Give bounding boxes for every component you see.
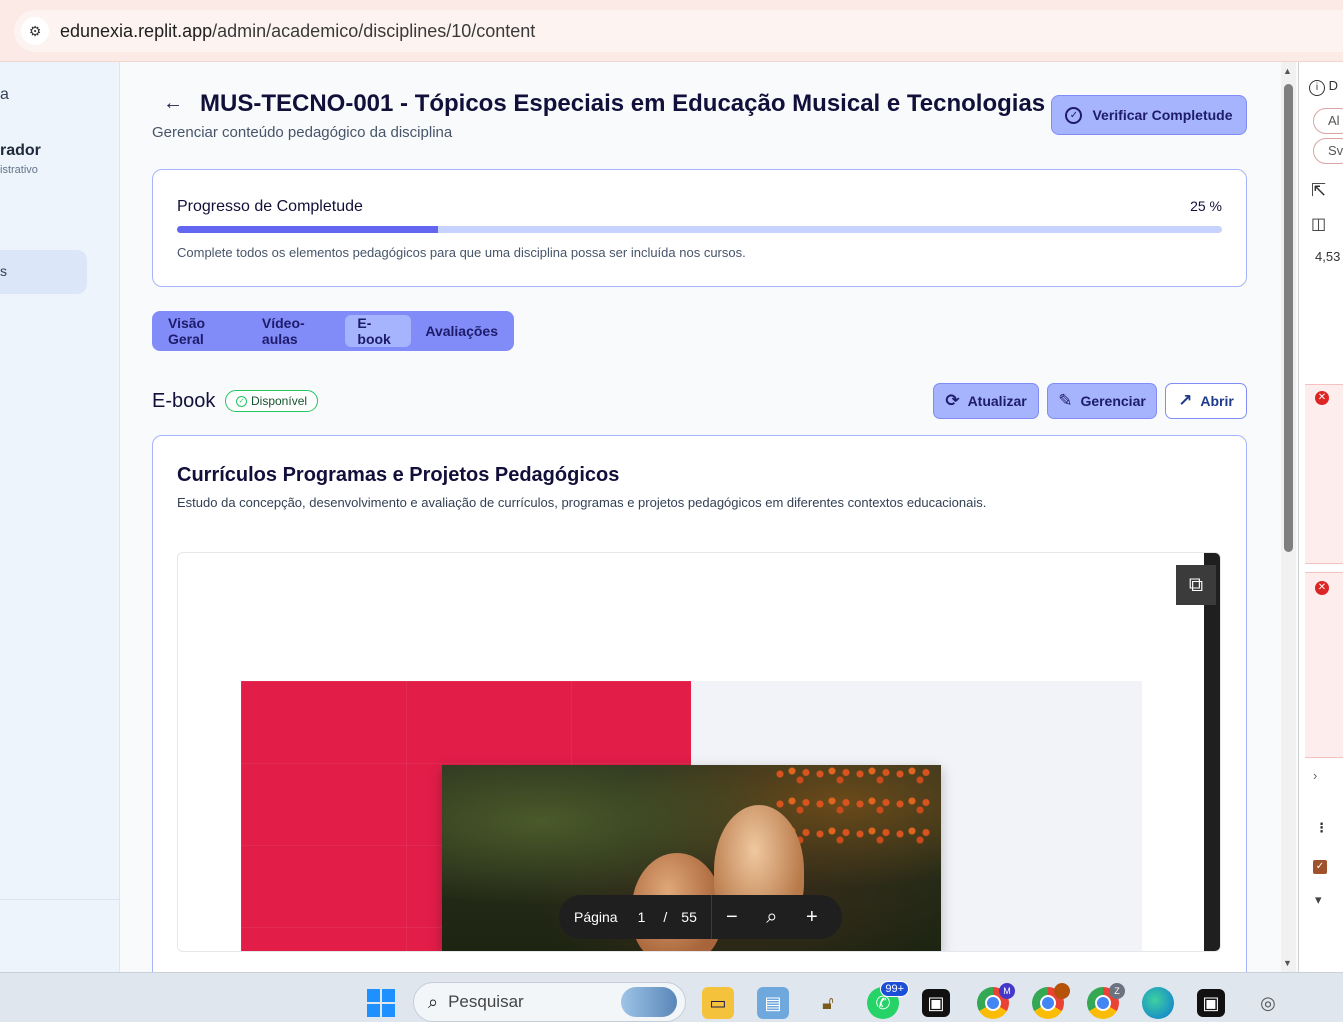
progress-label: Progresso de Completude: [177, 198, 363, 215]
info-icon: i: [1309, 80, 1325, 96]
search-icon: ⌕: [428, 991, 439, 1012]
zoom-in-icon[interactable]: +: [792, 906, 832, 929]
current-page-input[interactable]: 1: [638, 909, 646, 925]
terminal-app-2-icon[interactable]: ▣: [1197, 989, 1225, 1017]
chrome-profile-3-badge: Z: [1109, 983, 1125, 999]
page-scrollbar[interactable]: ▲ ▼: [1281, 62, 1296, 972]
progress-hint: Complete todos os elementos pedagógicos …: [177, 245, 746, 260]
external-link-icon: ↗: [1178, 391, 1193, 410]
devtools-count: 4,53: [1315, 249, 1341, 264]
copilot-icon[interactable]: ◎: [1252, 987, 1284, 1019]
refresh-icon: ⟳: [945, 391, 960, 410]
tab-video-lessons[interactable]: Vídeo-aulas: [250, 315, 344, 347]
tab-overview[interactable]: Visão Geral: [156, 315, 248, 347]
sidebar-item-label: s: [0, 263, 7, 279]
zoom-out-icon[interactable]: −: [712, 906, 752, 929]
chrome-profile-1-icon[interactable]: M: [977, 983, 1015, 1019]
whatsapp-badge: 99+: [880, 981, 909, 997]
ebook-description: Estudo da concepção, desenvolvimento e a…: [177, 495, 987, 510]
chevron-right-icon[interactable]: ›: [1313, 768, 1343, 783]
browser-toolbar: ⚙ edunexia.replit.app/admin/academico/di…: [0, 0, 1343, 62]
sidebar-user-role: istrativo: [0, 164, 38, 176]
open-button[interactable]: ↗ Abrir: [1165, 383, 1247, 419]
page-label: Página: [574, 909, 618, 925]
progress-bar: [177, 226, 1222, 233]
tab-ebook[interactable]: E-book: [345, 315, 412, 347]
check-circle-icon: ✓: [1065, 106, 1083, 124]
refresh-button[interactable]: ⟳ Atualizar: [933, 383, 1039, 419]
total-pages: 55: [681, 909, 697, 925]
caret-down-icon[interactable]: ▾: [1315, 892, 1343, 908]
popout-icon[interactable]: ⧉: [1176, 565, 1216, 605]
page-title: MUS-TECNO-001 - Tópicos Especiais em Edu…: [200, 90, 1046, 117]
viewer-scrollbar[interactable]: [1204, 553, 1220, 951]
progress-bar-fill: [177, 226, 439, 233]
page-separator: /: [663, 909, 668, 925]
manage-button-label: Gerenciar: [1080, 393, 1146, 409]
scrollbar-thumb[interactable]: [1284, 84, 1293, 552]
devtools-pill-1[interactable]: Al: [1313, 108, 1343, 134]
chrome-profile-3-icon[interactable]: Z: [1087, 983, 1125, 1019]
address-bar[interactable]: ⚙ edunexia.replit.app/admin/academico/di…: [14, 10, 1343, 52]
taskbar-search[interactable]: ⌕ Pesquisar: [413, 982, 686, 1022]
site-settings-icon[interactable]: ⚙: [14, 10, 56, 52]
content-tabs: Visão Geral Vídeo-aulas E-book Avaliaçõe…: [152, 311, 514, 351]
file-explorer-icon[interactable]: ▭: [702, 987, 734, 1019]
progress-card: Progresso de Completude 25 % Complete to…: [152, 169, 1247, 287]
status-badge-label: Disponível: [251, 394, 308, 408]
devtools-info-letter: D: [1328, 78, 1339, 93]
devtools-info-row: i D: [1309, 78, 1343, 96]
pencil-icon: ✎: [1058, 391, 1073, 410]
sidebar-item-active[interactable]: s: [0, 250, 87, 294]
url-text[interactable]: edunexia.replit.app/admin/academico/disc…: [60, 21, 535, 42]
pdf-page-controls: Página 1 / 55 − ⌕ +: [559, 895, 842, 939]
scroll-down-icon[interactable]: ▼: [1283, 958, 1292, 968]
error-icon: ✕: [1315, 391, 1329, 405]
refresh-button-label: Atualizar: [967, 393, 1027, 409]
ebook-section-title: E-book: [152, 390, 216, 412]
scroll-up-icon[interactable]: ▲: [1283, 66, 1292, 76]
ebook-title: Currículos Programas e Projetos Pedagógi…: [177, 464, 620, 486]
devtools-panel: i D Al Sv ⇱ ◫ 4,53 ✕ ✕ › ⋮ ✓ ▾: [1298, 62, 1343, 972]
pdf-viewer[interactable]: ⧉ Página 1 / 55 − ⌕ +: [177, 552, 1221, 952]
error-icon: ✕: [1315, 581, 1329, 595]
search-highlight-image: [621, 987, 677, 1017]
status-badge: ✓ Disponível: [225, 390, 319, 412]
photos-app-icon[interactable]: ▤: [757, 987, 789, 1019]
main-content: ← MUS-TECNO-001 - Tópicos Especiais em E…: [121, 62, 1281, 972]
more-options-icon[interactable]: ⋮: [1315, 820, 1343, 836]
verify-completeness-label: Verificar Completude: [1092, 107, 1233, 123]
sidebar-logo-text: a: [0, 86, 9, 103]
checkbox-checked[interactable]: ✓: [1313, 857, 1343, 874]
ebook-card: Currículos Programas e Projetos Pedagógi…: [152, 435, 1247, 972]
taskbar-search-placeholder: Pesquisar: [448, 992, 524, 1011]
open-button-label: Abrir: [1200, 393, 1234, 409]
back-arrow-icon[interactable]: ←: [163, 92, 183, 115]
taskbar: ⌕ Pesquisar ▭ ▤ 🔓︎ ✆ 99+ ▣ M Z ▣ ◎: [0, 972, 1343, 1022]
sidebar-toggle-icon[interactable]: ◫: [1311, 214, 1343, 234]
edge-icon[interactable]: [1142, 987, 1174, 1019]
chrome-profile-2-avatar: [1054, 983, 1070, 999]
sidebar-divider: [0, 899, 120, 900]
chrome-profile-2-icon[interactable]: [1032, 983, 1070, 1019]
sidebar-user-name: rador: [0, 142, 41, 159]
manage-button[interactable]: ✎ Gerenciar: [1047, 383, 1157, 419]
chrome-profile-1-badge: M: [999, 983, 1015, 999]
zoom-fit-icon[interactable]: ⌕: [752, 906, 792, 929]
terminal-app-icon[interactable]: ▣: [922, 989, 950, 1017]
check-circle-icon: ✓: [236, 395, 247, 407]
sidebar: a rador istrativo s: [0, 62, 120, 972]
tab-assessments[interactable]: Avaliações: [413, 315, 510, 347]
devtools-pill-2[interactable]: Sv: [1313, 138, 1343, 164]
whatsapp-icon[interactable]: ✆ 99+: [867, 981, 909, 1019]
windows-start-icon[interactable]: [367, 989, 395, 1017]
page-subtitle: Gerenciar conteúdo pedagógico da discipl…: [152, 124, 453, 141]
console-error-1: ✕: [1305, 384, 1343, 564]
verify-completeness-button[interactable]: ✓ Verificar Completude: [1051, 95, 1247, 135]
security-app-icon[interactable]: 🔓︎: [812, 987, 844, 1019]
progress-value: 25 %: [1190, 198, 1222, 214]
inspect-element-icon[interactable]: ⇱: [1311, 180, 1343, 201]
console-error-2: ✕: [1305, 572, 1343, 758]
